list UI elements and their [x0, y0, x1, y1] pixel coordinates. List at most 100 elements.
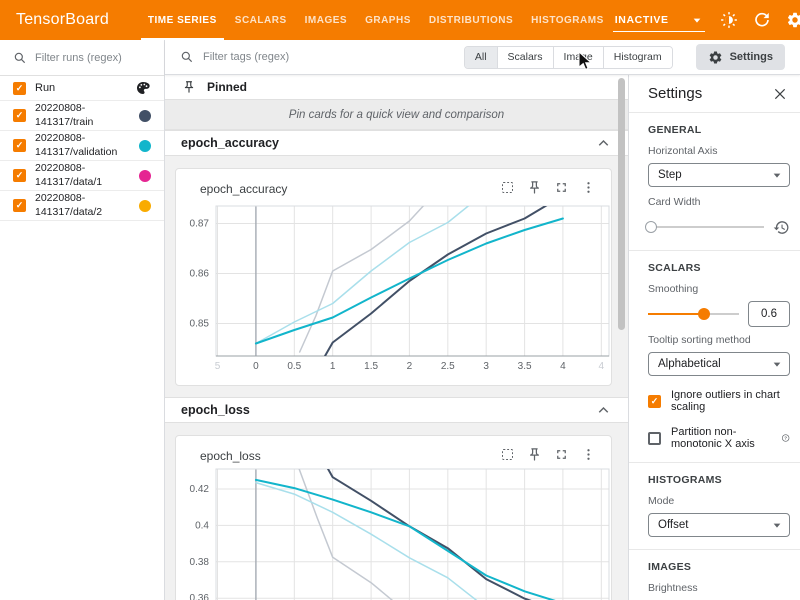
- divider: [629, 250, 800, 251]
- run-row-data-1[interactable]: ✓ 20220808-141317/data/1: [0, 161, 164, 191]
- slider-thumb[interactable]: [698, 308, 710, 320]
- svg-text:1.5: 1.5: [364, 361, 378, 372]
- run-row-data-2[interactable]: ✓ 20220808-141317/data/2: [0, 191, 164, 221]
- section-title: epoch_loss: [181, 403, 250, 417]
- svg-text:2: 2: [407, 361, 413, 372]
- gear-icon[interactable]: [786, 11, 800, 29]
- chevron-down-icon: [689, 12, 705, 28]
- refresh-icon[interactable]: [753, 11, 771, 29]
- divider: [629, 112, 800, 113]
- section-header-epoch-loss[interactable]: epoch_loss: [165, 397, 628, 423]
- main-content: Pinned Pin cards for a quick view and co…: [165, 75, 628, 600]
- reload-status-dropdown[interactable]: INACTIVE: [613, 8, 705, 32]
- slider-thumb[interactable]: [645, 221, 657, 233]
- pinned-title: Pinned: [207, 80, 247, 94]
- tab-distributions[interactable]: DISTRIBUTIONS: [420, 0, 522, 40]
- divider: [629, 549, 800, 550]
- palette-icon[interactable]: [135, 80, 151, 96]
- fullscreen-icon[interactable]: [554, 180, 569, 195]
- runs-sidebar: ✓ Run ✓ 20220808-141317/train ✓ 20220808…: [0, 40, 165, 600]
- runs-filter-input[interactable]: [35, 52, 147, 64]
- epoch-accuracy-chart[interactable]: 0.850.860.8700.511.522.533.5454: [176, 169, 612, 386]
- horizontal-axis-select[interactable]: Step: [648, 163, 790, 187]
- fit-to-domain-icon[interactable]: [500, 447, 515, 462]
- settings-button[interactable]: Settings: [696, 44, 785, 70]
- help-icon[interactable]: [781, 431, 790, 445]
- run-color-dot: [139, 170, 151, 182]
- svg-text:4: 4: [560, 361, 566, 372]
- partition-x-row[interactable]: Partition non-monotonic X axis: [648, 426, 790, 450]
- tooltip-sorting-select[interactable]: Alphabetical: [648, 352, 790, 376]
- run-checkbox[interactable]: ✓: [13, 139, 26, 152]
- smoothing-value-input[interactable]: 0.6: [748, 301, 790, 327]
- run-label: 20220808-141317/train: [35, 102, 123, 129]
- brightness-label: Brightness: [648, 582, 790, 594]
- chevron-up-icon[interactable]: [595, 135, 612, 152]
- section-title: epoch_accuracy: [181, 136, 279, 150]
- pin-icon[interactable]: [527, 180, 542, 195]
- run-color-dot: [139, 140, 151, 152]
- tag-type-filter-group: All Scalars Image Histogram: [464, 46, 673, 69]
- tab-histograms[interactable]: HISTOGRAMS: [522, 0, 613, 40]
- chevron-down-icon: [769, 356, 785, 372]
- reset-icon[interactable]: [773, 219, 790, 236]
- card-title: epoch_loss: [200, 449, 261, 463]
- tag-filter-input[interactable]: [203, 51, 383, 63]
- pin-icon: [182, 80, 196, 94]
- tab-scalars[interactable]: SCALARS: [226, 0, 296, 40]
- search-icon: [180, 50, 194, 64]
- card-toolbar: [500, 447, 596, 462]
- svg-text:2.5: 2.5: [441, 361, 455, 372]
- app-bar: TensorBoard TIME SERIES SCALARS IMAGES G…: [0, 0, 800, 40]
- svg-text:0.42: 0.42: [190, 484, 210, 495]
- smoothing-slider[interactable]: [648, 306, 739, 322]
- svg-text:0.85: 0.85: [190, 319, 210, 330]
- chevron-up-icon[interactable]: [595, 402, 612, 419]
- tag-search: [180, 50, 464, 64]
- svg-text:0.38: 0.38: [190, 557, 210, 568]
- run-row-validation[interactable]: ✓ 20220808-141317/validation: [0, 131, 164, 161]
- svg-text:1: 1: [330, 361, 336, 372]
- tab-graphs[interactable]: GRAPHS: [356, 0, 420, 40]
- ignore-outliers-checkbox[interactable]: ✓: [648, 395, 661, 408]
- main-scrollbar-thumb[interactable]: [618, 78, 625, 330]
- histogram-mode-label: Mode: [648, 495, 790, 507]
- pin-hint-text: Pin cards for a quick view and compariso…: [165, 100, 628, 130]
- search-icon: [13, 51, 27, 65]
- svg-text:3.5: 3.5: [518, 361, 532, 372]
- fullscreen-icon[interactable]: [554, 447, 569, 462]
- chip-image[interactable]: Image: [553, 47, 603, 68]
- run-label: 20220808-141317/data/2: [35, 192, 123, 219]
- run-checkbox[interactable]: ✓: [13, 199, 26, 212]
- fit-to-domain-icon[interactable]: [500, 180, 515, 195]
- more-options-icon[interactable]: [581, 447, 596, 462]
- tab-images[interactable]: IMAGES: [296, 0, 356, 40]
- section-header-epoch-accuracy[interactable]: epoch_accuracy: [165, 130, 628, 156]
- run-checkbox[interactable]: ✓: [13, 109, 26, 122]
- epoch-loss-card: epoch_loss 0.420.40.380.360.34: [175, 435, 612, 600]
- run-checkbox[interactable]: ✓: [13, 169, 26, 182]
- more-options-icon[interactable]: [581, 180, 596, 195]
- general-heading: GENERAL: [648, 124, 790, 136]
- run-row-train[interactable]: ✓ 20220808-141317/train: [0, 101, 164, 131]
- ignore-outliers-row[interactable]: ✓ Ignore outliers in chart scaling: [648, 389, 790, 413]
- brightness-toggle-icon[interactable]: [720, 11, 738, 29]
- pin-icon[interactable]: [527, 447, 542, 462]
- chip-all[interactable]: All: [465, 47, 497, 68]
- histogram-mode-select[interactable]: Offset: [648, 513, 790, 537]
- smoothing-row: 0.6: [648, 303, 790, 325]
- settings-panel: Settings GENERAL Horizontal Axis Step Ca…: [628, 75, 800, 600]
- close-icon[interactable]: [772, 86, 788, 102]
- svg-text:4: 4: [599, 361, 605, 372]
- chip-histogram[interactable]: Histogram: [603, 47, 672, 68]
- svg-text:0.5: 0.5: [287, 361, 301, 372]
- card-width-slider[interactable]: [648, 219, 764, 235]
- runs-header-row: ✓ Run: [0, 76, 164, 101]
- svg-text:5: 5: [215, 361, 221, 372]
- card-title: epoch_accuracy: [200, 182, 287, 196]
- horizontal-axis-label: Horizontal Axis: [648, 145, 790, 157]
- chip-scalars[interactable]: Scalars: [497, 47, 553, 68]
- runs-select-all-checkbox[interactable]: ✓: [13, 82, 26, 95]
- partition-x-checkbox[interactable]: [648, 432, 661, 445]
- tab-time-series[interactable]: TIME SERIES: [139, 0, 226, 40]
